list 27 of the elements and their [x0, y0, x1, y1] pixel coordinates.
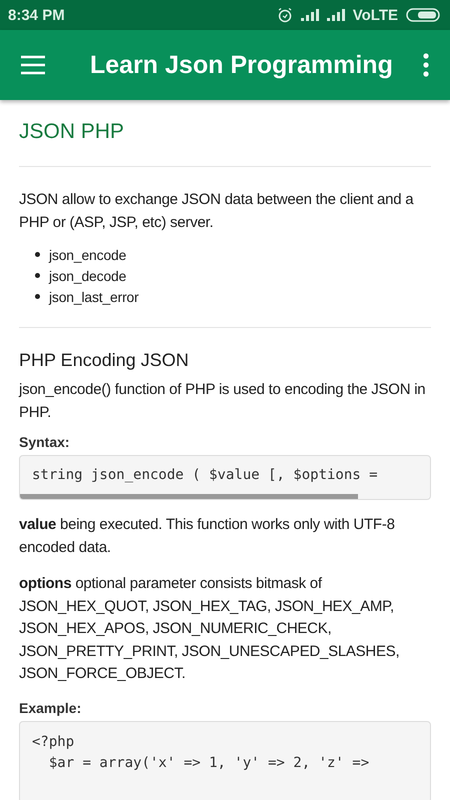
function-list-item: json_decode	[49, 268, 126, 284]
signal-icon	[300, 9, 319, 21]
scrollbar-thumb[interactable]	[20, 494, 358, 499]
battery-icon	[406, 8, 440, 22]
bullet-icon	[35, 273, 40, 278]
bullet-icon	[35, 252, 40, 257]
signal-icon	[326, 9, 345, 21]
parameter-note: options optional parameter consists bitmask of JSON_HEX_QUOT, JSON_HEX_TAG, JSON_HEX_AMP, JSON_HEX_APOS, JSON_NUMERIC_CHECK, JSON_PRETTY_PRINT, JSON_UNESCAPED_SLASHES, JSON_FORCE_OBJECT.	[19, 574, 400, 684]
more-options-icon[interactable]	[422, 53, 430, 77]
app-title: Learn Json Programming	[90, 50, 394, 80]
section-description: json_encode() function of PHP is used to encoding the JSON in PHP.	[19, 380, 426, 422]
syntax-label: Syntax:	[19, 434, 71, 450]
function-list-item: json_encode	[49, 246, 126, 262]
page-title: JSON PHP	[19, 119, 126, 145]
code-line: string json_encode ( $value [, $options =	[32, 466, 379, 485]
menu-icon[interactable]	[20, 55, 46, 75]
code-line: <?php	[32, 732, 76, 752]
network-type: VoLTE	[352, 6, 398, 24]
function-list-item: json_last_error	[49, 288, 139, 304]
code-line: $ar = array('x' => 1, 'y' => 2, 'z' =>	[48, 754, 370, 772]
alarm-clock-icon	[276, 7, 293, 23]
status-time: 8:34 PM	[8, 6, 66, 24]
bullet-icon	[35, 294, 40, 299]
intro-paragraph: JSON allow to exchange JSON data between the client and a PHP or (ASP, JSP, etc) server.	[19, 190, 415, 232]
example-label: Example:	[19, 700, 82, 716]
parameter-note: value being executed. This function works only with UTF-8 encoded data.	[19, 515, 396, 558]
section-heading: PHP Encoding JSON	[19, 350, 190, 371]
